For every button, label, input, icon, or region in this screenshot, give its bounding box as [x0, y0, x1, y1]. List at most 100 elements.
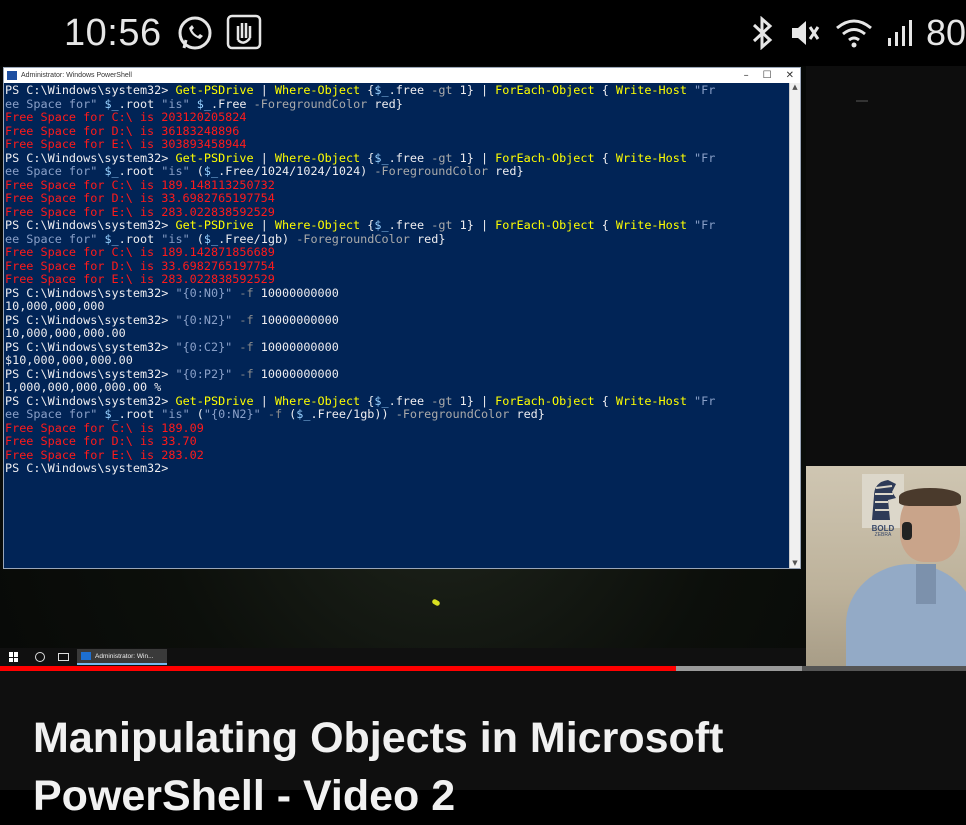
console-text: 1} | [452, 84, 496, 97]
console-text: -gt [431, 393, 453, 408]
console-text: "Fr [686, 393, 716, 408]
console-text: $_ [196, 96, 212, 111]
presenter-collar [916, 564, 936, 604]
taskbar-app-powershell[interactable]: Administrator: Win... [77, 649, 167, 665]
console-text: | [253, 218, 275, 232]
console-line: ee Space for" $_.root "is" ("{0:N2}" -f … [5, 407, 790, 422]
console-text: ee Space for" [5, 164, 105, 178]
console-text: $_ [296, 407, 311, 421]
console-line: Free Space for E:\ is 283.022838592529 [5, 204, 790, 220]
console-line: Free Space for C:\ is 189.09 [5, 420, 790, 436]
windows-start-icon[interactable] [9, 652, 19, 662]
console-line: PS C:\Windows\system32> "{0:N2}" -f 1000… [5, 312, 790, 328]
console-text: .Free [211, 96, 254, 111]
console-text: .root [118, 96, 162, 111]
console-line: 1,000,000,000,000.00 % [5, 380, 790, 395]
console-text: Free Space for C:\ is 203120205824 [5, 110, 247, 124]
powershell-icon [7, 71, 17, 80]
console-text: Write-Host [615, 218, 687, 232]
console-text: ForEach-Object [495, 84, 595, 97]
console-text: { [360, 84, 375, 97]
console-text: Where-Object [274, 218, 361, 232]
console-text: Get-PSDrive [175, 84, 254, 97]
console-text: Free Space for E:\ is 283.02 [5, 447, 204, 462]
console-text: -gt [431, 218, 453, 232]
console-text: $_ [374, 150, 389, 165]
console-text: Free Space for C:\ is 189.148113250732 [5, 177, 275, 192]
maximize-button[interactable]: ☐ [763, 68, 772, 83]
battery-percent: 80 [925, 12, 966, 53]
console-text: Get-PSDrive [175, 393, 254, 408]
console-text: | [253, 84, 275, 97]
console-line: PS C:\Windows\system32> "{0:P2}" -f 1000… [5, 366, 790, 382]
console-text: -f [232, 366, 261, 381]
video-right-panel [806, 66, 966, 466]
console-text: $_ [374, 393, 389, 408]
console-line: ee Space for" $_.root "is" $_.Free -Fore… [5, 96, 790, 112]
console-text: "is" [161, 231, 197, 246]
console-text: 10000000000 [260, 312, 339, 327]
console-line: 10,000,000,000 [5, 299, 790, 314]
console-text: "Fr [686, 150, 716, 165]
console-text: | [253, 150, 275, 165]
console-text: { [360, 218, 375, 232]
console-line: Free Space for D:\ is 33.70 [5, 434, 790, 449]
console-line: Free Space for D:\ is 36183248896 [5, 124, 790, 139]
console-text: 10000000000 [260, 285, 339, 300]
console-line: Free Space for C:\ is 189.148113250732 [5, 177, 790, 193]
console-text: "is" [161, 407, 197, 421]
console-text: Write-Host [615, 393, 687, 408]
console-line: PS C:\Windows\system32> Get-PSDrive | Wh… [5, 218, 790, 233]
console-text: Free Space for C:\ is 189.09 [5, 420, 204, 435]
powershell-titlebar[interactable]: Administrator: Windows PowerShell – ☐ ✕ [4, 68, 800, 83]
console-line: PS C:\Windows\system32> Get-PSDrive | Wh… [5, 150, 790, 166]
logo-subtext: ZEBRA [874, 532, 892, 538]
console-text: .Free/1024/1024/1024) [218, 164, 375, 178]
video-title[interactable]: Manipulating Objects in Microsoft PowerS… [33, 709, 913, 825]
taskbar-app-label: Administrator: Win... [95, 652, 154, 660]
console-text: $_ [104, 407, 119, 421]
console-text: $_ [104, 164, 119, 178]
scroll-up-icon[interactable]: ▲ [790, 83, 800, 92]
console-text: ForEach-Object [495, 393, 595, 408]
console-text: "{0:N2}" [175, 312, 233, 327]
console-text: "Fr [686, 84, 716, 97]
console-text: PS C:\Windows\system32> [5, 312, 176, 327]
console-line: 10,000,000,000.00 [5, 326, 790, 341]
hand-icon [226, 14, 262, 56]
console-text: | [253, 393, 275, 408]
powershell-icon [81, 652, 91, 660]
wifi-icon [834, 16, 874, 50]
console-text: Free Space for D:\ is 33.6982765197754 [5, 258, 275, 273]
console-text: ee Space for" [5, 407, 105, 421]
minimize-button[interactable]: – [744, 68, 749, 83]
console-text: { [594, 84, 616, 97]
console-text: .Free/1gb) [218, 231, 297, 246]
console-text: Get-PSDrive [175, 218, 254, 232]
console-text: 10000000000 [260, 339, 339, 354]
console-text: Where-Object [274, 150, 361, 165]
console-text: -ForegroundColor [395, 407, 510, 421]
task-view-icon[interactable] [58, 653, 69, 661]
video-player[interactable]: Administrator: Windows PowerShell – ☐ ✕ … [0, 66, 966, 670]
console-text: ee Space for" [5, 96, 105, 111]
close-button[interactable]: ✕ [786, 68, 794, 83]
powershell-window[interactable]: Administrator: Windows PowerShell – ☐ ✕ … [3, 67, 801, 569]
console-text: ( [196, 164, 204, 178]
scroll-down-icon[interactable]: ▼ [790, 559, 800, 568]
powershell-console[interactable]: PS C:\Windows\system32> Get-PSDrive | Wh… [5, 84, 790, 476]
console-text: Free Space for D:\ is 33.70 [5, 434, 197, 448]
console-text: Free Space for E:\ is 283.022838592529 [5, 204, 275, 219]
console-text: "is" [161, 96, 197, 111]
console-text: -f [260, 407, 290, 421]
console-line: Free Space for C:\ is 203120205824 [5, 110, 790, 125]
search-icon[interactable] [35, 652, 45, 662]
console-text: red} [409, 231, 446, 246]
console-text: PS C:\Windows\system32> [5, 150, 176, 165]
console-text: .root [118, 407, 162, 421]
console-scrollbar[interactable]: ▲ ▼ [789, 83, 800, 568]
status-bar: 10:56 80 [0, 0, 966, 66]
console-text: { [594, 218, 616, 232]
console-text: .free [388, 393, 432, 408]
console-line: PS C:\Windows\system32> Get-PSDrive | Wh… [5, 393, 790, 409]
